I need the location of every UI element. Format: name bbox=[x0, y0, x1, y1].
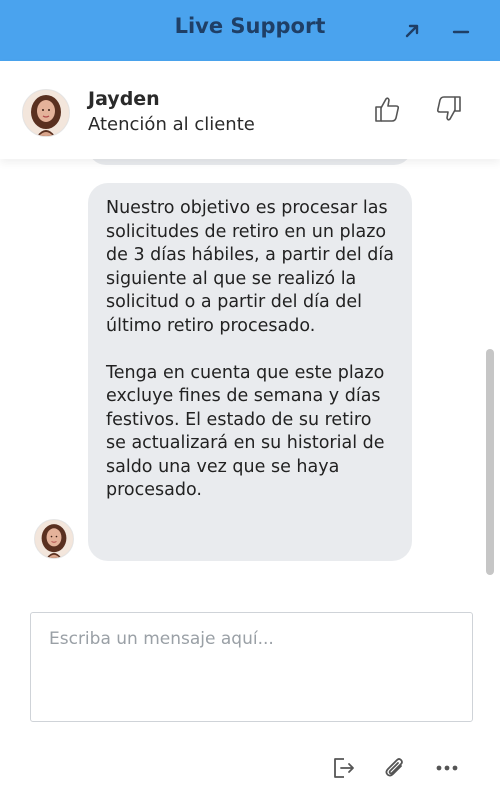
message-paragraph: Nuestro objetivo es procesar las solicit… bbox=[106, 198, 394, 336]
agent-avatar bbox=[22, 89, 70, 137]
thumbs-down-button[interactable] bbox=[432, 91, 466, 127]
expand-arrow-icon bbox=[405, 24, 419, 38]
chat-messages[interactable]: Nuestro objetivo es procesar las solicit… bbox=[0, 159, 500, 590]
scrollbar-thumb[interactable] bbox=[486, 349, 494, 575]
agent-message-bubble: Nuestro objetivo es procesar las solicit… bbox=[88, 183, 412, 561]
expand-button[interactable] bbox=[397, 16, 427, 46]
attach-file-button[interactable] bbox=[381, 754, 409, 782]
thumbs-up-button[interactable] bbox=[370, 91, 404, 127]
thumbs-down-icon bbox=[436, 96, 461, 121]
message-composer bbox=[30, 612, 473, 722]
agent-avatar-image bbox=[23, 90, 69, 136]
agent-name: Jayden bbox=[88, 88, 160, 110]
agent-header: Jayden Atención al cliente bbox=[0, 61, 500, 159]
previous-message-bubble bbox=[88, 159, 412, 165]
title-bar: Live Support bbox=[0, 0, 500, 61]
paperclip-icon bbox=[385, 758, 403, 777]
more-options-icon bbox=[436, 765, 458, 771]
agent-avatar-image bbox=[35, 520, 73, 558]
message-input[interactable] bbox=[31, 613, 472, 721]
message-paragraph: Tenga en cuenta que este plazo excluye f… bbox=[106, 362, 385, 501]
more-options-button[interactable] bbox=[433, 754, 461, 782]
thumbs-up-icon bbox=[375, 97, 400, 122]
agent-role: Atención al cliente bbox=[88, 114, 255, 135]
minimize-icon bbox=[452, 30, 470, 34]
exit-chat-button[interactable] bbox=[329, 754, 357, 782]
message-avatar bbox=[34, 519, 74, 559]
minimize-button[interactable] bbox=[446, 16, 476, 46]
exit-chat-icon bbox=[334, 758, 354, 778]
live-support-widget: Live Support Jayden Atención al cliente … bbox=[0, 0, 500, 793]
